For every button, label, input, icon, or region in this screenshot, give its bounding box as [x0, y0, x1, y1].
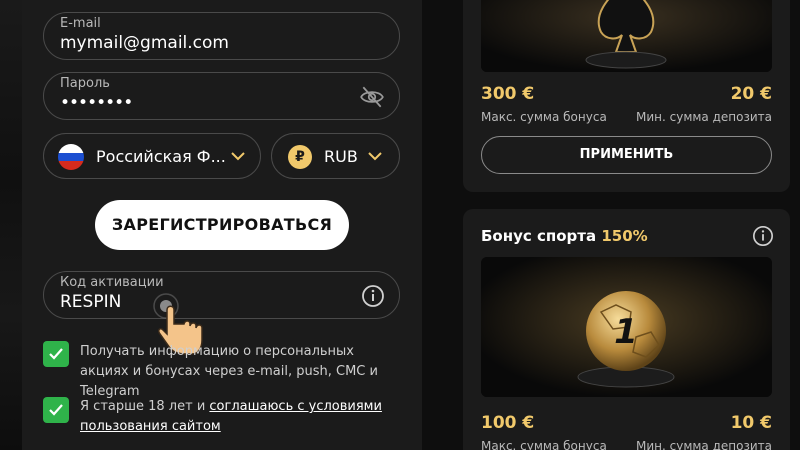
password-value[interactable]: •••••••• [60, 93, 133, 113]
bonus-card-casino: 300 € 20 € Макс. сумма бонуса Мин. сумма… [463, 0, 790, 192]
email-value[interactable]: mymail@gmail.com [60, 33, 229, 53]
sport-max-bonus-value: 100 € [481, 413, 535, 433]
email-field[interactable]: E-mail mymail@gmail.com [43, 12, 400, 60]
background-edge [0, 0, 22, 450]
country-select[interactable]: Российская Ф... [43, 133, 261, 179]
sport-min-deposit-value: 10 € [730, 413, 772, 433]
country-value: Российская Ф... [96, 147, 226, 166]
max-bonus-value: 300 € [481, 84, 535, 104]
currency-value: RUB [324, 147, 358, 166]
chevron-down-icon [231, 152, 245, 161]
check-icon [49, 348, 63, 360]
activation-code-label: Код активации [60, 275, 164, 290]
currency-select[interactable]: ₽ RUB [271, 133, 400, 179]
promo-consent-checkbox[interactable] [43, 341, 69, 367]
check-icon [49, 404, 63, 416]
age-consent-text: Я старше 18 лет и соглашаюсь с условиями… [80, 397, 400, 437]
sport-max-bonus-label: Макс. сумма бонуса [481, 439, 607, 450]
password-label: Пароль [60, 76, 110, 91]
sport-bonus-percent: 150% [601, 227, 648, 245]
russia-flag-icon [58, 144, 84, 170]
age-consent-prefix: Я старше 18 лет и [80, 399, 210, 414]
age-consent-checkbox[interactable] [43, 397, 69, 423]
chevron-down-icon [368, 152, 382, 161]
register-button[interactable]: ЗАРЕГИСТРИРОВАТЬСЯ [95, 200, 349, 250]
bonus-image-ball: 1 [481, 257, 772, 397]
info-icon[interactable] [361, 284, 385, 308]
spade-trophy-icon [481, 0, 772, 72]
svg-text:1: 1 [614, 312, 638, 352]
football-trophy-icon: 1 [481, 257, 772, 397]
bonus-card-sport: Бонус спорта 150% 1 100 € 10 € Макс. сум… [463, 209, 790, 450]
sport-bonus-title-text: Бонус спорта [481, 227, 602, 245]
activation-code-value[interactable]: RESPIN [60, 292, 121, 312]
min-deposit-label: Мин. сумма депозита [636, 110, 772, 124]
activation-code-field[interactable]: Код активации RESPIN [43, 271, 400, 319]
promo-consent-text: Получать информацию о персональных акция… [80, 344, 378, 399]
bonus-image-spade [481, 0, 772, 72]
min-deposit-value: 20 € [730, 84, 772, 104]
eye-off-icon[interactable] [359, 84, 385, 110]
sport-bonus-title: Бонус спорта 150% [481, 227, 648, 245]
max-bonus-label: Макс. сумма бонуса [481, 110, 607, 124]
apply-button[interactable]: ПРИМЕНИТЬ [481, 136, 772, 174]
info-icon[interactable] [752, 225, 774, 247]
sport-min-deposit-label: Мин. сумма депозита [636, 439, 772, 450]
password-field[interactable]: Пароль •••••••• [43, 72, 400, 120]
ruble-icon: ₽ [288, 145, 312, 169]
email-label: E-mail [60, 16, 101, 31]
